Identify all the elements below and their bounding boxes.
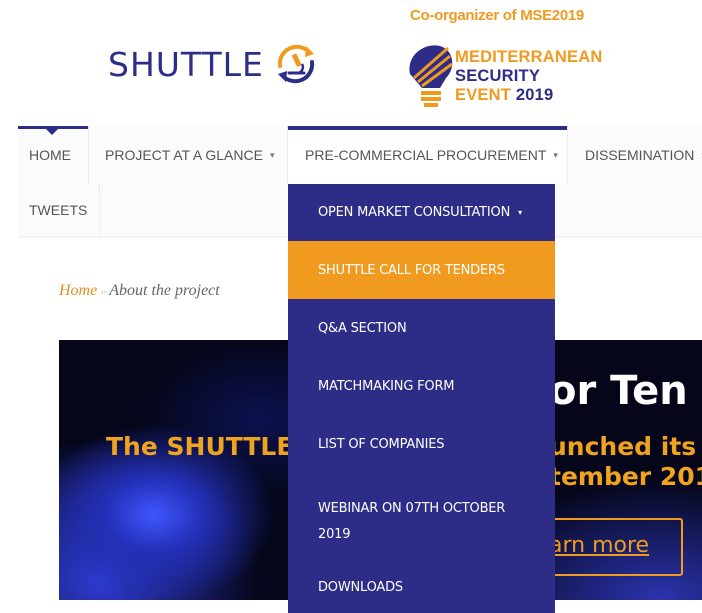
menu-item-label: SHUTTLE CALL FOR TENDERS: [318, 262, 505, 278]
breadcrumb: Home» About the project: [59, 282, 220, 300]
menu-item-open-market-consultation[interactable]: OPEN MARKET CONSULTATION ▾: [288, 184, 555, 241]
menu-item-label: WEBINAR ON 07TH OCTOBER 2019: [318, 501, 506, 542]
nav-item-label: PRE-COMMERCIAL PROCUREMENT: [305, 147, 547, 163]
nav-item-label: HOME: [29, 147, 71, 163]
nav-item-tweets[interactable]: TWEETS: [18, 184, 100, 236]
chevron-down-icon: ▾: [518, 208, 522, 217]
breadcrumb-current: About the project: [109, 282, 220, 299]
menu-item-label: MATCHMAKING FORM: [318, 378, 455, 394]
breadcrumb-separator: »: [100, 284, 107, 298]
shuttle-logo[interactable]: SHUTTLE: [108, 40, 320, 88]
nav-item-project-at-a-glance[interactable]: PROJECT AT A GLANCE ▾: [89, 126, 288, 184]
menu-item-label: OPEN MARKET CONSULTATION: [318, 205, 511, 220]
menu-item-list-of-companies[interactable]: LIST OF COMPANIES: [288, 415, 555, 473]
coorganizer-label: Co-organizer of MSE2019: [410, 7, 584, 24]
hero-subtitle-right-line1: unched its: [549, 432, 697, 461]
lightbulb-map-icon: [409, 45, 453, 107]
hero-subtitle-left: The SHUTTLE: [106, 432, 294, 461]
menu-item-qa-section[interactable]: Q&A SECTION: [288, 299, 555, 357]
menu-item-label: Q&A SECTION: [318, 320, 407, 336]
menu-item-matchmaking-form[interactable]: MATCHMAKING FORM: [288, 357, 555, 415]
menu-item-label: DOWNLOADS: [318, 579, 403, 595]
hero-subtitle-right-line2: tember 201: [549, 462, 702, 491]
active-indicator-icon: [46, 129, 58, 135]
breadcrumb-home-link[interactable]: Home: [59, 282, 97, 299]
nav-item-label: PROJECT AT A GLANCE: [105, 147, 263, 163]
learn-more-button-label[interactable]: arn more: [549, 533, 649, 558]
nav-item-home[interactable]: HOME: [18, 126, 89, 184]
mse-line-3: EVENT: [455, 86, 512, 104]
mse-logo[interactable]: MEDITERRANEAN SECURITY EVENT 2019: [404, 38, 604, 118]
mse-event-text: MEDITERRANEAN SECURITY EVENT 2019: [455, 48, 602, 105]
nav-item-label: DISSEMINATION: [585, 147, 695, 163]
pre-commercial-procurement-dropdown: OPEN MARKET CONSULTATION ▾ SHUTTLE CALL …: [288, 184, 555, 613]
menu-item-webinar[interactable]: WEBINAR ON 07TH OCTOBER 2019: [288, 490, 555, 550]
mse-line-4: 2019: [515, 86, 554, 104]
chevron-down-icon: ▾: [553, 149, 558, 160]
menu-item-label: LIST OF COMPANIES: [318, 436, 445, 452]
microscope-cycle-icon: [272, 40, 320, 88]
menu-item-shuttle-call-for-tenders[interactable]: SHUTTLE CALL FOR TENDERS: [288, 241, 555, 299]
chevron-down-icon: ▾: [269, 149, 275, 160]
mse-line-2: SECURITY: [455, 67, 541, 85]
hero-title: or Ten: [549, 368, 688, 414]
menu-item-downloads[interactable]: DOWNLOADS: [288, 558, 555, 613]
logo-text: SHUTTLE: [108, 44, 264, 84]
nav-item-label: TWEETS: [29, 202, 88, 218]
nav-item-dissemination[interactable]: DISSEMINATION ▾: [568, 126, 702, 184]
mse-line-1: MEDITERRANEAN: [455, 48, 603, 66]
nav-item-pre-commercial-procurement[interactable]: PRE-COMMERCIAL PROCUREMENT ▾: [288, 126, 568, 184]
